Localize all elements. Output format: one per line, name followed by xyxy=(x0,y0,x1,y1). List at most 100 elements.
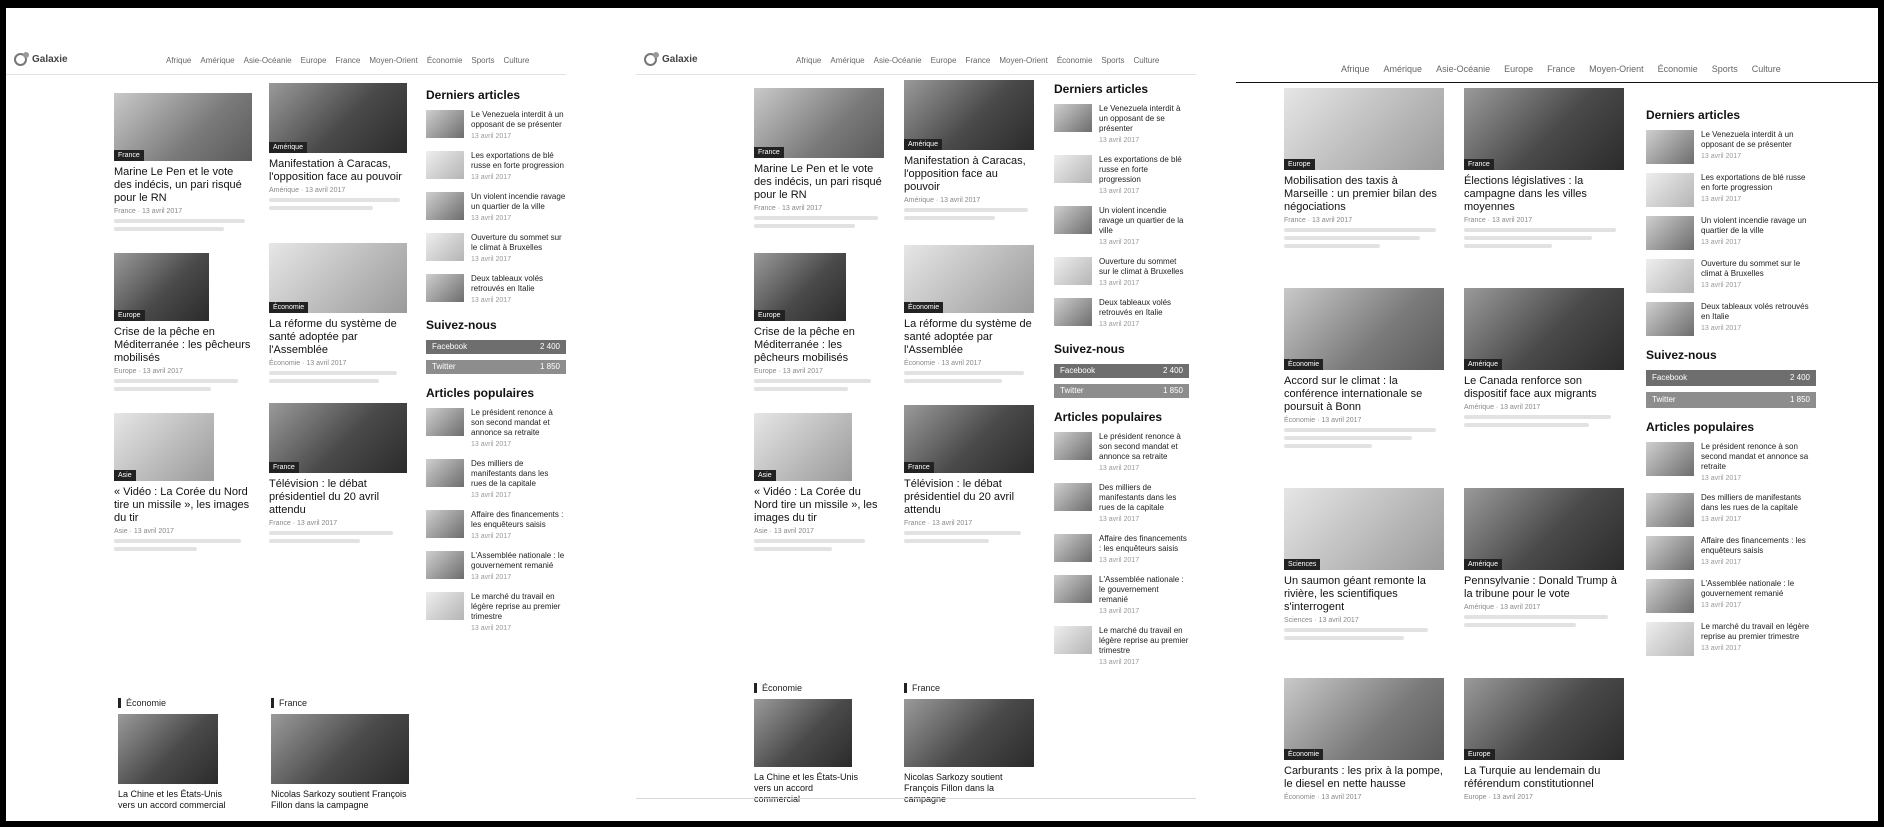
article-headline[interactable]: La Turquie au lendemain du référendum co… xyxy=(1464,765,1624,791)
popular-article[interactable]: Affaire des financements : les enquêteur… xyxy=(426,510,566,542)
article-headline[interactable]: Accord sur le climat : la conférence int… xyxy=(1284,375,1444,414)
article-card[interactable]: Asie « Vidéo : La Corée du Nord tire un … xyxy=(114,413,252,563)
article-headline[interactable]: Marine Le Pen et le vote des indécis, un… xyxy=(114,166,252,205)
nav-item[interactable]: Europe xyxy=(931,56,957,65)
popular-article[interactable]: Le président renonce à son second mandat… xyxy=(426,408,566,450)
latest-article[interactable]: Deux tableaux volés retrouvés en Italie 1… xyxy=(426,274,566,306)
facebook-follow-button[interactable]: Facebook 2 400 xyxy=(1054,364,1189,378)
article-headline[interactable]: La réforme du système de santé adoptée p… xyxy=(904,318,1034,357)
article-headline[interactable]: Crise de la pêche en Méditerranée : les … xyxy=(114,326,252,365)
article-headline[interactable]: Manifestation à Caracas, l'opposition fa… xyxy=(269,158,407,184)
article-card[interactable]: Économie Carburants : les prix à la pomp… xyxy=(1284,678,1444,821)
article-card[interactable]: Sciences Un saumon géant remonte la rivi… xyxy=(1284,488,1444,668)
facebook-follow-button[interactable]: Facebook 2 400 xyxy=(426,340,566,354)
nav-item[interactable]: Sports xyxy=(1101,56,1124,65)
article-headline[interactable]: Carburants : les prix à la pompe, le die… xyxy=(1284,765,1444,791)
article-card[interactable]: France Télévision : le débat présidentie… xyxy=(904,405,1034,555)
nav-item[interactable]: France xyxy=(1547,64,1575,74)
latest-article[interactable]: Deux tableaux volés retrouvés en Italie 1… xyxy=(1054,298,1189,330)
nav-item[interactable]: Culture xyxy=(1134,56,1160,65)
article-headline[interactable]: Pennsylvanie : Donald Trump à la tribune… xyxy=(1464,575,1624,601)
article-headline[interactable]: Crise de la pêche en Méditerranée : les … xyxy=(754,326,884,365)
section-label[interactable]: Économie xyxy=(118,698,228,708)
article-headline[interactable]: Télévision : le débat présidentiel du 20… xyxy=(904,478,1034,517)
facebook-follow-button[interactable]: Facebook 2 400 xyxy=(1646,370,1816,386)
nav-item[interactable]: Moyen-Orient xyxy=(1589,64,1644,74)
nav-item[interactable]: France xyxy=(965,56,990,65)
nav-item[interactable]: Sports xyxy=(1712,64,1738,74)
article-headline[interactable]: La réforme du système de santé adoptée p… xyxy=(269,318,407,357)
nav-item[interactable]: Asie-Océanie xyxy=(244,56,292,65)
nav-item[interactable]: Europe xyxy=(1504,64,1533,74)
latest-article[interactable]: Ouverture du sommet sur le climat à Brux… xyxy=(1646,259,1816,293)
article-headline[interactable]: Nicolas Sarkozy soutient François Fillon… xyxy=(904,772,1034,805)
article-card[interactable]: Europe Crise de la pêche en Méditerranée… xyxy=(754,253,884,403)
popular-article[interactable]: Des milliers de manifestants dans les ru… xyxy=(1646,493,1816,527)
article-headline[interactable]: Mobilisation des taxis à Marseille : un … xyxy=(1284,175,1444,214)
latest-article[interactable]: Un violent incendie ravage un quartier d… xyxy=(1054,206,1189,248)
latest-article[interactable]: Le Venezuela interdit à un opposant de s… xyxy=(426,110,566,142)
site-logo[interactable]: Galaxie xyxy=(14,52,68,66)
twitter-follow-button[interactable]: Twitter 1 850 xyxy=(426,360,566,374)
article-headline[interactable]: Télévision : le débat présidentiel du 20… xyxy=(269,478,407,517)
twitter-follow-button[interactable]: Twitter 1 850 xyxy=(1054,384,1189,398)
article-card[interactable]: Amérique Manifestation à Caracas, l'oppo… xyxy=(904,80,1034,235)
nav-item[interactable]: Afrique xyxy=(1341,64,1370,74)
article-headline[interactable]: Élections législatives : la campagne dan… xyxy=(1464,175,1624,214)
nav-item[interactable]: Afrique xyxy=(166,56,191,65)
nav-item[interactable]: Asie-Océanie xyxy=(1436,64,1490,74)
article-card[interactable]: Économie La réforme du système de santé … xyxy=(904,245,1034,395)
nav-item[interactable]: Amérique xyxy=(200,56,234,65)
article-headline[interactable]: Manifestation à Caracas, l'opposition fa… xyxy=(904,155,1034,194)
latest-article[interactable]: Ouverture du sommet sur le climat à Brux… xyxy=(426,233,566,265)
twitter-follow-button[interactable]: Twitter 1 850 xyxy=(1646,392,1816,408)
article-card[interactable]: Économie Accord sur le climat : la confé… xyxy=(1284,288,1444,478)
popular-article[interactable]: Le marché du travail en légère reprise a… xyxy=(1646,622,1816,656)
article-headline[interactable]: Nicolas Sarkozy soutient François Fillon… xyxy=(271,789,409,811)
article-headline[interactable]: Un saumon géant remonte la rivière, les … xyxy=(1284,575,1444,614)
nav-item[interactable]: Amérique xyxy=(1384,64,1423,74)
article-headline[interactable]: « Vidéo : La Corée du Nord tire un missi… xyxy=(754,486,884,525)
nav-item[interactable]: Économie xyxy=(427,56,463,65)
article-card[interactable]: Europe Crise de la pêche en Méditerranée… xyxy=(114,253,252,403)
article-card[interactable]: Amérique Pennsylvanie : Donald Trump à l… xyxy=(1464,488,1624,668)
popular-article[interactable]: L'Assemblée nationale : le gouvernement … xyxy=(1646,579,1816,613)
nav-item[interactable]: Europe xyxy=(301,56,327,65)
article-card[interactable]: Amérique Manifestation à Caracas, l'oppo… xyxy=(269,83,407,233)
article-card[interactable]: Économie La réforme du système de santé … xyxy=(269,243,407,393)
article-headline[interactable]: Marine Le Pen et le vote des indécis, un… xyxy=(754,163,884,202)
popular-article[interactable]: Le marché du travail en légère reprise a… xyxy=(1054,626,1189,668)
nav-item[interactable]: Culture xyxy=(1752,64,1781,74)
popular-article[interactable]: Affaire des financements : les enquêteur… xyxy=(1054,534,1189,566)
popular-article[interactable]: Des milliers de manifestants dans les ru… xyxy=(1054,483,1189,525)
latest-article[interactable]: Les exportations de blé russe en forte p… xyxy=(426,151,566,183)
section-label[interactable]: France xyxy=(904,683,1034,693)
latest-article[interactable]: Deux tableaux volés retrouvés en Italie 1… xyxy=(1646,302,1816,336)
nav-item[interactable]: Asie-Océanie xyxy=(874,56,922,65)
latest-article[interactable]: Le Venezuela interdit à un opposant de s… xyxy=(1054,104,1189,146)
popular-article[interactable]: Le président renonce à son second mandat… xyxy=(1646,442,1816,484)
popular-article[interactable]: Des milliers de manifestants dans les ru… xyxy=(426,459,566,501)
latest-article[interactable]: Les exportations de blé russe en forte p… xyxy=(1054,155,1189,197)
section-label[interactable]: France xyxy=(271,698,409,708)
site-logo[interactable]: Galaxie xyxy=(644,52,698,66)
nav-item[interactable]: Culture xyxy=(504,56,530,65)
nav-item[interactable]: Sports xyxy=(471,56,494,65)
nav-item[interactable]: France xyxy=(335,56,360,65)
nav-item[interactable]: Économie xyxy=(1658,64,1698,74)
article-headline[interactable]: La Chine et les États-Unis vers un accor… xyxy=(754,772,859,805)
article-card[interactable]: France Élections législatives : la campa… xyxy=(1464,88,1624,278)
article-card[interactable]: Asie « Vidéo : La Corée du Nord tire un … xyxy=(754,413,884,563)
latest-article[interactable]: Ouverture du sommet sur le climat à Brux… xyxy=(1054,257,1189,289)
popular-article[interactable]: Affaire des financements : les enquêteur… xyxy=(1646,536,1816,570)
article-headline[interactable]: La Chine et les États-Unis vers un accor… xyxy=(118,789,228,811)
article-headline[interactable]: Le Canada renforce son dispositif face a… xyxy=(1464,375,1624,401)
article-card[interactable]: France Marine Le Pen et le vote des indé… xyxy=(114,93,252,243)
nav-item[interactable]: Moyen-Orient xyxy=(999,56,1047,65)
article-card[interactable]: France Télévision : le débat présidentie… xyxy=(269,403,407,553)
latest-article[interactable]: Le Venezuela interdit à un opposant de s… xyxy=(1646,130,1816,164)
nav-item[interactable]: Afrique xyxy=(796,56,821,65)
popular-article[interactable]: L'Assemblée nationale : le gouvernement … xyxy=(1054,575,1189,617)
latest-article[interactable]: Un violent incendie ravage un quartier d… xyxy=(1646,216,1816,250)
article-card[interactable]: Amérique Le Canada renforce son disposit… xyxy=(1464,288,1624,478)
